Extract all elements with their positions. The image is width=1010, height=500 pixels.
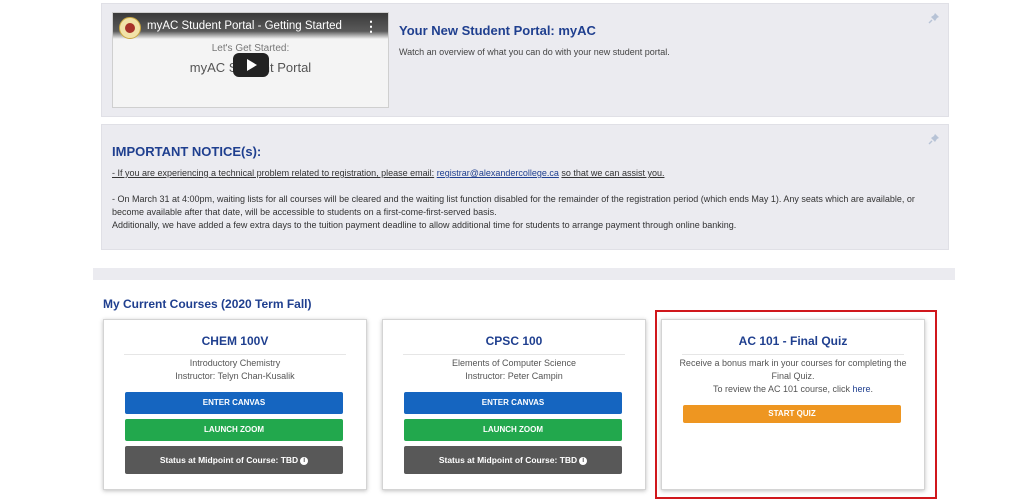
video-player[interactable]: myAC Student Portal - Getting Started ⋮ … xyxy=(112,12,389,108)
pin-icon[interactable] xyxy=(928,12,940,24)
status-label: Status at Midpoint of Course: TBD xyxy=(438,455,578,465)
notice-line1-suffix: so that we can assist you. xyxy=(561,168,665,178)
enter-canvas-button[interactable]: ENTER CANVAS xyxy=(404,392,622,414)
course-instructor: Instructor: Peter Campin xyxy=(465,371,563,381)
info-icon[interactable]: i xyxy=(300,456,309,465)
notice-paragraph-2: - On March 31 at 4:00pm, waiting lists f… xyxy=(112,194,915,217)
notice-body: - If you are experiencing a technical pr… xyxy=(112,167,932,232)
college-logo xyxy=(119,17,141,39)
course-card-cpsc100: CPSC 100 Elements of Computer Science In… xyxy=(382,319,646,490)
notice-paragraph-3: Additionally, we have added a few extra … xyxy=(112,220,737,230)
launch-zoom-button[interactable]: LAUNCH ZOOM xyxy=(125,419,343,441)
midpoint-status-button[interactable]: Status at Midpoint of Course: TBD i xyxy=(404,446,622,474)
course-instructor: Instructor: Telyn Chan-Kusalik xyxy=(175,371,295,381)
more-vert-icon[interactable]: ⋮ xyxy=(364,18,378,35)
notice-line1-prefix: - If you are experiencing a technical pr… xyxy=(112,168,435,178)
card-divider xyxy=(403,354,625,355)
midpoint-status-button[interactable]: Status at Midpoint of Course: TBD i xyxy=(125,446,343,474)
courses-section-title: My Current Courses (2020 Term Fall) xyxy=(103,297,312,311)
course-code: CHEM 100V xyxy=(201,334,269,348)
pin-icon[interactable] xyxy=(928,133,940,145)
course-name: Introductory Chemistry xyxy=(189,358,281,368)
notice-panel: IMPORTANT NOTICE(s): - If you are experi… xyxy=(101,124,949,250)
course-name: Elements of Computer Science xyxy=(451,358,577,368)
section-divider xyxy=(93,268,955,280)
enter-canvas-button[interactable]: ENTER CANVAS xyxy=(125,392,343,414)
highlight-box xyxy=(655,310,937,499)
video-panel: myAC Student Portal - Getting Started ⋮ … xyxy=(101,3,949,117)
course-code: CPSC 100 xyxy=(485,334,543,348)
course-card-chem100v: CHEM 100V Introductory Chemistry Instruc… xyxy=(103,319,367,490)
card-divider xyxy=(124,354,346,355)
status-label: Status at Midpoint of Course: TBD xyxy=(159,455,299,465)
info-icon[interactable]: i xyxy=(579,456,588,465)
launch-zoom-button[interactable]: LAUNCH ZOOM xyxy=(404,419,622,441)
play-icon[interactable] xyxy=(233,53,269,77)
notice-heading: IMPORTANT NOTICE(s): xyxy=(112,144,262,159)
video-title-bar: myAC Student Portal - Getting Started ⋮ xyxy=(113,13,388,39)
video-description: Watch an overview of what you can do wit… xyxy=(399,47,670,57)
video-title[interactable]: myAC Student Portal - Getting Started xyxy=(147,20,342,32)
registrar-email-link[interactable]: registrar@alexandercollege.ca xyxy=(437,168,559,178)
video-heading: Your New Student Portal: myAC xyxy=(399,23,596,38)
